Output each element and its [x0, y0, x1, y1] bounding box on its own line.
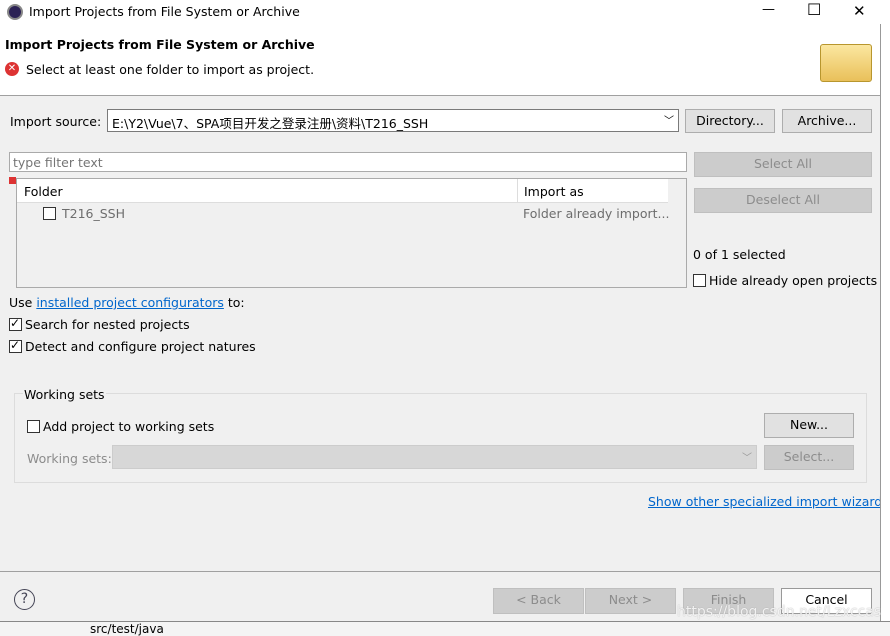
minimize-button[interactable]: — [762, 2, 775, 17]
filter-input[interactable] [9, 152, 687, 172]
directory-button[interactable]: Directory... [685, 109, 775, 133]
dialog-body: Import source: E:\Y2\Vue\7、SPA项目开发之登录注册\… [0, 95, 889, 571]
configurators-link[interactable]: installed project configurators [36, 295, 224, 310]
select-working-set-button[interactable]: Select... [764, 445, 854, 470]
folder-icon [820, 44, 872, 82]
import-source-value: E:\Y2\Vue\7、SPA项目开发之登录注册\资料\T216_SSH [112, 116, 429, 131]
configurators-prefix: Use [9, 295, 37, 310]
row-checkbox[interactable] [43, 207, 56, 220]
archive-button[interactable]: Archive... [782, 109, 872, 133]
column-import-as[interactable]: Import as [524, 184, 584, 199]
chevron-down-icon: ﹀ [664, 116, 674, 127]
window-title: Import Projects from File System or Arch… [29, 4, 300, 19]
working-sets-combo[interactable]: ﹀ [112, 445, 757, 469]
hide-open-checkbox[interactable] [693, 274, 706, 287]
maximize-button[interactable]: ☐ [807, 0, 821, 19]
title-bar: Import Projects from File System or Arch… [0, 0, 890, 24]
add-working-set-checkbox[interactable] [27, 420, 40, 433]
folder-table: Folder Import as T216_SSH Folder already… [16, 178, 687, 288]
table-header: Folder Import as [17, 179, 668, 203]
configurators-suffix: to: [223, 295, 245, 310]
working-sets-label: Working sets: [27, 451, 112, 466]
chevron-down-icon: ﹀ [742, 453, 752, 464]
configurators-text: Use installed project configurators to: [9, 295, 245, 310]
error-icon: ✕ [5, 62, 19, 76]
help-icon[interactable]: ? [14, 589, 35, 610]
watermark: https://blog.csdn.net/Lzxccas [677, 604, 882, 620]
column-folder[interactable]: Folder [24, 184, 63, 199]
close-button[interactable]: ✕ [853, 2, 866, 20]
natures-checkbox[interactable] [9, 338, 22, 353]
row-import-as: Folder already import... [523, 206, 670, 221]
deselect-all-button[interactable]: Deselect All [694, 188, 872, 213]
nested-label: Search for nested projects [25, 317, 190, 332]
eclipse-icon [7, 4, 23, 20]
working-sets-title: Working sets [23, 387, 106, 402]
next-button[interactable]: Next > [585, 588, 676, 614]
table-error-icon [9, 177, 16, 184]
select-all-button[interactable]: Select All [694, 152, 872, 177]
background-tree-item: src/test/java [90, 622, 164, 636]
selection-count: 0 of 1 selected [693, 247, 786, 262]
import-source-label: Import source: [10, 114, 102, 129]
table-row[interactable]: T216_SSH Folder already import... [17, 203, 686, 223]
back-button[interactable]: < Back [493, 588, 584, 614]
nested-checkbox[interactable] [9, 316, 22, 331]
row-folder: T216_SSH [62, 206, 126, 221]
add-working-set-label: Add project to working sets [43, 419, 215, 434]
natures-label: Detect and configure project natures [25, 339, 256, 354]
background-window: src/test/java [0, 621, 890, 636]
page-title: Import Projects from File System or Arch… [5, 37, 315, 52]
error-message: Select at least one folder to import as … [26, 62, 315, 77]
import-source-combo[interactable]: E:\Y2\Vue\7、SPA项目开发之登录注册\资料\T216_SSH ﹀ [107, 109, 679, 132]
new-working-set-button[interactable]: New... [764, 413, 854, 438]
hide-open-label: Hide already open projects [709, 273, 878, 288]
header-area: Import Projects from File System or Arch… [0, 24, 880, 94]
import-wizards-link[interactable]: Show other specialized import wizards [648, 494, 889, 509]
right-edge-strip [880, 24, 890, 621]
working-sets-group: Working sets Add project to working sets… [14, 387, 867, 483]
